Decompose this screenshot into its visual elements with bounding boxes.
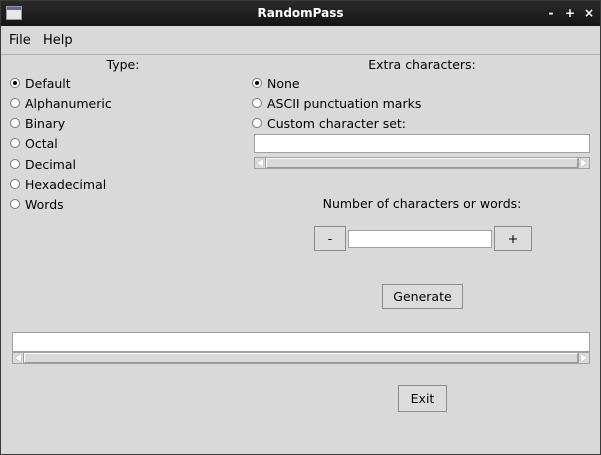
scroll-left-icon[interactable] xyxy=(255,158,266,168)
length-input[interactable] xyxy=(348,230,492,248)
radio-type-alphanumeric[interactable]: Alphanumeric xyxy=(10,94,112,112)
increment-button[interactable]: + xyxy=(494,226,532,251)
radio-extra-custom[interactable]: Custom character set: xyxy=(252,114,406,132)
close-button[interactable]: × xyxy=(582,5,596,21)
menu-file[interactable]: File xyxy=(9,33,31,48)
radio-indicator xyxy=(10,78,20,88)
app-window: RandomPass - + × File Help Type: Default… xyxy=(0,0,601,455)
radio-type-octal[interactable]: Octal xyxy=(10,134,58,152)
radio-indicator xyxy=(10,159,20,169)
scrollbar-thumb[interactable] xyxy=(24,353,578,363)
radio-indicator xyxy=(10,179,20,189)
radio-label: ASCII punctuation marks xyxy=(267,95,422,111)
menu-help[interactable]: Help xyxy=(43,33,73,48)
scroll-right-icon[interactable] xyxy=(578,158,589,168)
minimize-button[interactable]: - xyxy=(544,5,558,21)
radio-type-words[interactable]: Words xyxy=(10,195,64,213)
radio-indicator xyxy=(252,118,262,128)
radio-label: Custom character set: xyxy=(267,115,407,131)
password-output-field[interactable] xyxy=(12,332,590,352)
radio-indicator xyxy=(10,98,20,108)
decrement-button[interactable]: - xyxy=(314,226,346,251)
radio-label: Octal xyxy=(25,135,58,151)
radio-extra-none[interactable]: None xyxy=(252,74,300,92)
radio-type-default[interactable]: Default xyxy=(10,74,71,92)
radio-label: Hexadecimal xyxy=(25,176,107,192)
radio-label: Alphanumeric xyxy=(25,95,112,111)
radio-indicator xyxy=(10,138,20,148)
custom-charset-scrollbar[interactable] xyxy=(254,157,590,169)
output-scrollbar[interactable] xyxy=(12,352,590,364)
maximize-button[interactable]: + xyxy=(563,5,577,21)
type-heading: Type: xyxy=(106,57,140,72)
radio-type-decimal[interactable]: Decimal xyxy=(10,155,76,173)
menu-bar: File Help xyxy=(1,26,600,55)
radio-label: None xyxy=(267,75,300,91)
radio-label: Default xyxy=(25,75,71,91)
window-title: RandomPass xyxy=(257,6,344,20)
exit-button[interactable]: Exit xyxy=(398,385,447,412)
radio-type-hexadecimal[interactable]: Hexadecimal xyxy=(10,175,106,193)
radio-indicator xyxy=(10,199,20,209)
radio-indicator xyxy=(10,118,20,128)
scroll-right-icon[interactable] xyxy=(578,353,589,363)
radio-label: Binary xyxy=(25,115,66,131)
radio-indicator xyxy=(252,98,262,108)
radio-extra-ascii-punctuation[interactable]: ASCII punctuation marks xyxy=(252,94,421,112)
radio-type-binary[interactable]: Binary xyxy=(10,114,65,132)
scrollbar-thumb[interactable] xyxy=(266,158,578,168)
custom-charset-input[interactable] xyxy=(254,134,590,153)
radio-label: Words xyxy=(25,196,64,212)
scroll-left-icon[interactable] xyxy=(13,353,24,363)
title-bar[interactable]: RandomPass - + × xyxy=(1,1,600,26)
radio-label: Decimal xyxy=(25,156,76,172)
length-heading: Number of characters or words: xyxy=(322,196,522,211)
extra-heading: Extra characters: xyxy=(368,57,476,72)
generate-button[interactable]: Generate xyxy=(382,284,463,309)
radio-indicator xyxy=(252,78,262,88)
